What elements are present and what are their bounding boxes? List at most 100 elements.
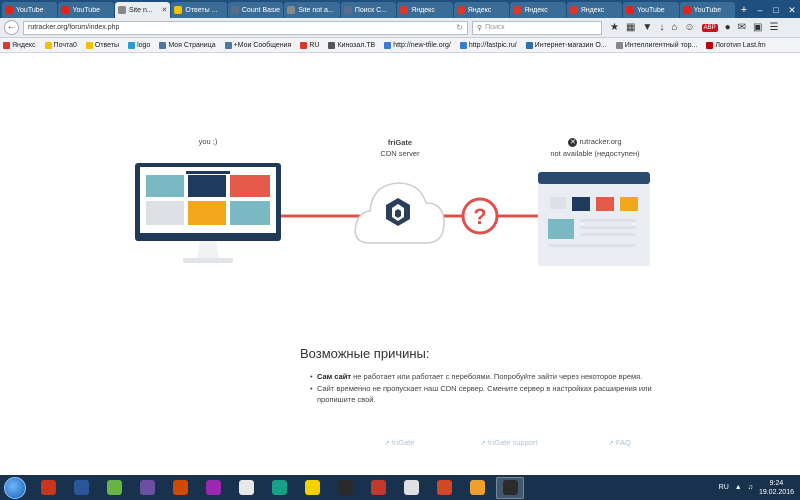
frigate-link[interactable]: ↗ friGate [384,438,414,447]
taskbar-app-icon[interactable] [364,477,392,499]
browser-tab[interactable]: Site n... ✕ [114,2,171,18]
browser-tab[interactable]: Яндекс [453,2,510,18]
extension-icon[interactable]: ● [725,22,731,33]
search-input[interactable]: ⚲ Поиск [472,20,602,35]
taskbar-app-icon[interactable] [430,477,458,499]
bookmark-favicon-icon [525,41,533,49]
window-controls: – □ ✕ [752,2,800,18]
tab-favicon-icon [174,6,183,14]
taskbar-app-icon[interactable] [199,477,227,499]
bookmark-item[interactable]: logo [128,41,150,49]
close-icon[interactable]: ✕ [784,2,800,18]
smiley-icon[interactable]: ☺ [684,22,694,33]
taskbar-app-icon[interactable] [298,477,326,499]
bookmark-favicon-icon [224,41,232,49]
home-icon[interactable]: ⌂ [671,22,677,33]
volume-icon[interactable]: ♫ [748,484,753,491]
bookmark-item[interactable]: Логотип Last.fm [706,41,766,49]
network-icon[interactable]: ▲ [735,484,742,491]
tab-label: YouTube [693,6,722,14]
taskbar-app-icon[interactable] [67,477,95,499]
clipboard-icon[interactable]: ▦ [626,22,635,33]
vk-icon[interactable]: ▣ [753,22,762,33]
tab-label: Count Basie -... [241,6,281,14]
browser-tab[interactable]: Поиск С... [340,2,397,18]
bookmark-label: +Мои Сообщения [233,41,292,49]
search-icon: ⚲ [477,24,483,32]
browser-tab[interactable]: YouTube [679,2,736,18]
taskbar-app-icon[interactable] [496,476,524,499]
bookmark-label: http://fastpic.ru/ [468,41,517,49]
monitor-tile [146,175,184,197]
taskbar-app-icon[interactable] [397,477,425,499]
monitor-tile [230,175,270,197]
minimize-icon[interactable]: – [752,2,768,18]
mail-icon[interactable]: ✉ [738,22,746,33]
frigate-subtitle: CDN server [380,149,420,158]
tab-favicon-icon [61,6,70,14]
taskbar-app-icon[interactable] [166,477,194,499]
bookmark-item[interactable]: Почта0 [44,41,77,49]
bookmark-label: Интернет-магазин О... [534,41,607,49]
bookmark-item[interactable]: Интернет-магазин О... [525,41,607,49]
pocket-icon[interactable]: ▼ [642,22,652,33]
browser-tab[interactable]: Яндекс [510,2,566,18]
star-icon[interactable]: ★ [610,22,619,33]
frigate-support-link[interactable]: ↗ friGate support [480,438,537,447]
taskbar: RU ▲ ♫ 9:24 19.02.2016 [0,475,800,500]
question-icon: ? [461,197,499,235]
start-button[interactable] [4,476,26,499]
browser-tab[interactable]: Ответы ... [171,2,227,18]
adblock-icon[interactable]: ABP [701,23,718,32]
browser-tab[interactable]: YouTube [58,2,114,18]
taskbar-app-icon[interactable] [100,477,128,499]
taskbar-app-icon[interactable] [133,477,161,499]
bookmark-favicon-icon [615,41,623,49]
browser-tab[interactable]: Count Basie -... [227,2,284,18]
bookmark-label: Моя Страница [168,41,216,49]
browser-tab[interactable]: Яндекс [566,2,623,18]
tab-label: Яндекс [411,6,435,14]
bookmark-item[interactable]: http://fastpic.ru/ [459,41,517,49]
taskbar-app-icon[interactable] [265,477,293,499]
browser-tab[interactable]: YouTube [2,2,58,18]
clock[interactable]: 9:24 19.02.2016 [759,479,794,497]
bookmark-favicon-icon [384,41,392,49]
external-link-icon: ↗ [608,440,614,447]
taskbar-app-icon[interactable] [34,477,62,499]
bookmark-item[interactable]: Кинозал.ТВ [328,41,375,49]
reload-icon[interactable]: ↻ [456,23,463,32]
bookmark-item[interactable]: Ответы [85,41,120,49]
browser-tab[interactable]: Яндекс [397,2,453,18]
bookmark-item[interactable]: Моя Страница [159,41,216,49]
bookmark-item[interactable]: +Мои Сообщения [224,41,292,49]
back-arrow-icon[interactable]: ← [4,20,19,35]
browser-tab[interactable]: Site not a... [284,2,340,18]
tab-close-icon[interactable]: ✕ [162,6,168,14]
menu-icon[interactable]: ☰ [770,22,779,33]
search-placeholder: Поиск [485,24,505,31]
download-icon[interactable]: ↓ [659,22,664,33]
tab-label: Site n... [128,6,153,14]
bookmark-item[interactable]: Интеллигентный тор... [615,41,697,49]
browser-tab[interactable]: YouTube [623,2,679,18]
bookmark-item[interactable]: Яндекс [3,41,36,49]
maximize-icon[interactable]: □ [768,2,784,18]
tab-label: YouTube [72,6,100,14]
language-indicator[interactable]: RU [719,484,729,491]
bookmark-label: Ответы [94,41,120,49]
bookmark-item[interactable]: http://new-tfile.org/ [384,41,451,49]
taskbar-app-icon[interactable] [331,477,359,499]
taskbar-app-icon[interactable] [463,477,491,499]
bookmark-label: Яндекс [12,41,36,49]
taskbar-app-icon[interactable] [232,477,260,499]
faq-link[interactable]: ↗ FAQ [608,438,631,447]
bookmark-favicon-icon [44,41,52,49]
site-name: rutracker.org [579,137,622,146]
address-bar[interactable]: rutracker.org/forum/index.php ↻ [23,20,468,35]
cloud-server-icon [354,182,445,244]
tab-label: Поиск С... [354,6,388,14]
bookmark-favicon-icon [3,41,10,49]
new-tab-button[interactable]: + [736,2,752,18]
bookmark-item[interactable]: RU [300,41,319,49]
